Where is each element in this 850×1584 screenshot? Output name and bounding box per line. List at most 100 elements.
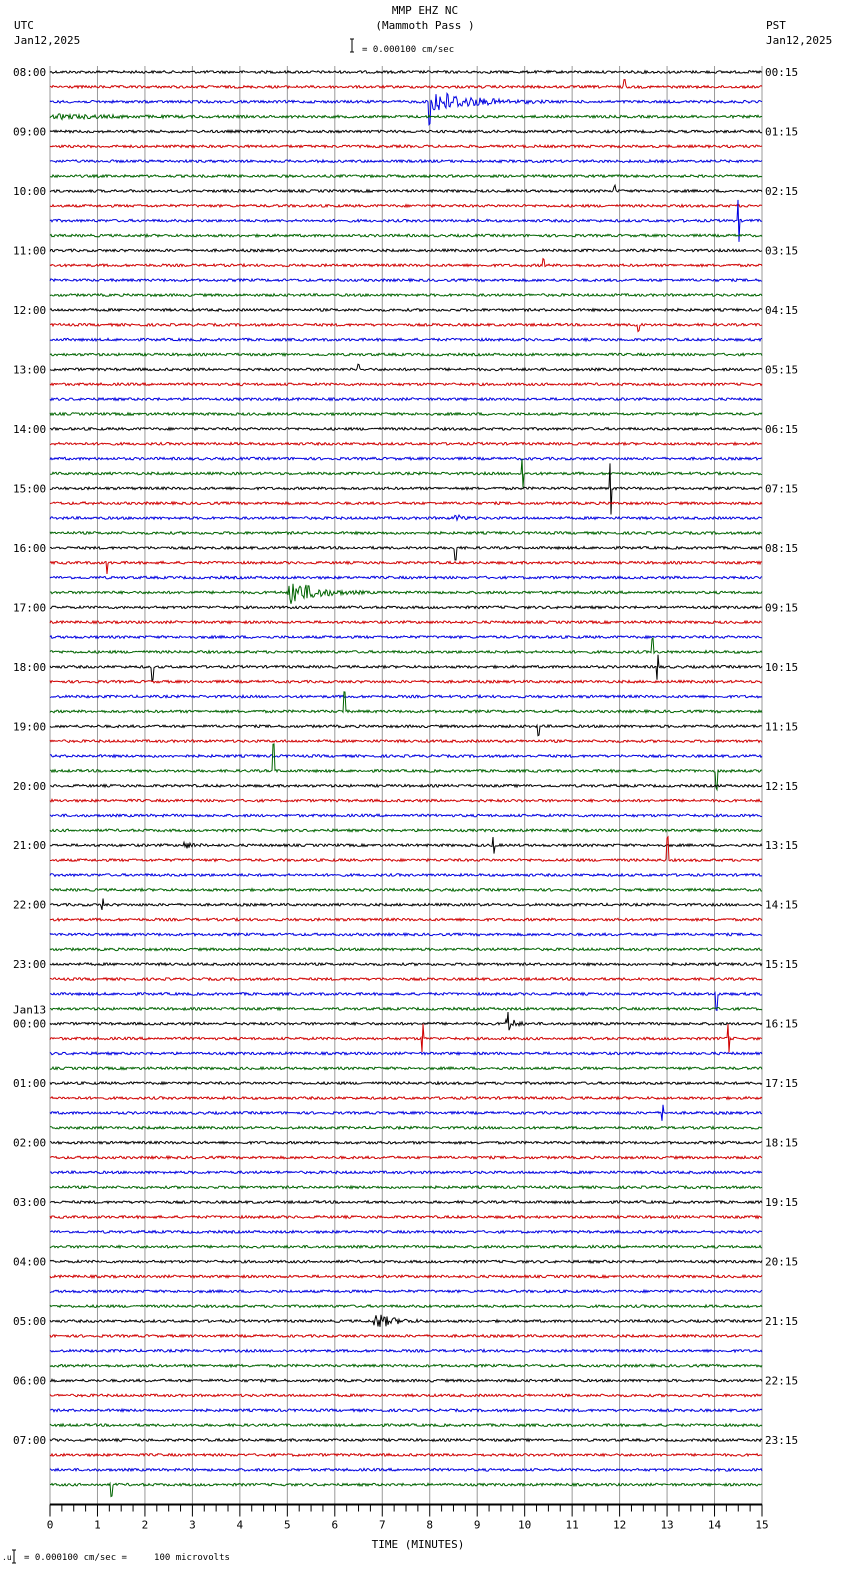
trace-line — [49, 1050, 763, 1056]
left-hour-label: 01:00 — [13, 1077, 46, 1090]
scale-label: = 0.000100 cm/sec — [362, 45, 454, 55]
left-hour-label: 13:00 — [13, 363, 46, 376]
right-hour-label: 09:15 — [765, 601, 798, 614]
right-hour-label: 02:15 — [765, 185, 798, 198]
trace-line — [49, 232, 763, 239]
footer-scale-bar-icon — [12, 1549, 16, 1564]
x-tick-label: 13 — [660, 1519, 673, 1532]
left-hour-label: 22:00 — [13, 899, 46, 912]
trace-line — [49, 1169, 763, 1175]
left-timezone: UTC — [14, 19, 34, 32]
left-date: Jan12,2025 — [14, 34, 80, 47]
trace-line — [49, 931, 762, 938]
trace-line — [50, 604, 763, 610]
left-hour-label: 06:00 — [13, 1375, 46, 1388]
trace-line — [49, 916, 763, 923]
footer-mark: .u — [2, 1553, 12, 1562]
left-hour-label: 08:00 — [13, 66, 46, 79]
trace-line — [49, 158, 763, 164]
trace-line — [49, 183, 763, 194]
trace-line — [49, 307, 763, 313]
trace-line — [49, 1437, 763, 1443]
trace-line — [50, 991, 763, 1012]
x-tick-label: 10 — [518, 1519, 531, 1532]
trace-line — [49, 1363, 763, 1369]
right-hour-label: 20:15 — [765, 1256, 798, 1269]
right-hour-label: 08:15 — [765, 542, 798, 555]
seismogram-chart: MMP EHZ NC (Mammoth Pass ) UTC Jan12,202… — [2, 4, 832, 1564]
trace-line — [49, 545, 763, 561]
right-hour-label: 11:15 — [765, 720, 798, 733]
trace-line — [49, 1348, 763, 1354]
trace-line — [49, 1407, 763, 1413]
trace-line — [49, 1140, 763, 1146]
trace-line — [49, 872, 763, 878]
trace-line — [49, 1154, 763, 1161]
trace-line — [49, 827, 763, 833]
x-axis-label: TIME (MINUTES) — [372, 1538, 465, 1551]
trace-line — [49, 322, 763, 333]
right-hour-label: 18:15 — [765, 1137, 798, 1150]
trace-line — [49, 946, 763, 952]
left-hour-label: 00:00 — [13, 1018, 46, 1031]
right-hour-label: 03:15 — [765, 244, 798, 257]
right-hour-label: 12:15 — [765, 780, 798, 793]
right-hour-label: 07:15 — [765, 482, 798, 495]
trace-line — [49, 292, 763, 298]
trace-line — [49, 1314, 763, 1327]
trace-line — [49, 1422, 763, 1428]
trace-line — [49, 1273, 763, 1279]
trace-line — [49, 411, 763, 417]
trace-line — [49, 836, 763, 854]
left-hour-label: 19:00 — [13, 720, 46, 733]
trace-line — [49, 352, 763, 358]
trace-line — [49, 976, 763, 982]
trace-line — [49, 381, 763, 387]
right-hour-label: 10:15 — [765, 661, 798, 674]
trace-line — [49, 1125, 763, 1131]
left-hour-label: 20:00 — [13, 780, 46, 793]
trace-line — [49, 1214, 763, 1220]
right-hour-label: 19:15 — [765, 1196, 798, 1209]
trace-line — [49, 337, 763, 343]
right-hour-label: 22:15 — [765, 1375, 798, 1388]
right-hour-label: 23:15 — [765, 1434, 798, 1447]
trace-line — [49, 247, 763, 253]
trace-line — [49, 396, 763, 402]
trace-line — [49, 1481, 763, 1498]
trace-line — [49, 1199, 763, 1205]
left-hour-label: 21:00 — [13, 839, 46, 852]
trace-line — [49, 1229, 763, 1235]
trace-line — [49, 441, 763, 447]
trace-line — [49, 961, 763, 967]
trace-line — [49, 738, 763, 744]
trace-line — [49, 426, 763, 432]
left-hour-label: 12:00 — [13, 304, 46, 317]
trace-line — [49, 91, 763, 126]
right-hour-label: 15:15 — [765, 958, 798, 971]
trace-line — [49, 1259, 763, 1264]
trace-line — [49, 79, 763, 90]
trace-line — [49, 813, 763, 818]
right-hour-label: 06:15 — [765, 423, 798, 436]
x-tick-label: 12 — [613, 1519, 626, 1532]
right-hour-label: 17:15 — [765, 1077, 798, 1090]
trace-line — [49, 1288, 763, 1294]
right-hour-label: 13:15 — [765, 839, 798, 852]
trace-line — [49, 143, 763, 149]
left-hour-label: 10:00 — [13, 185, 46, 198]
right-hour-label: 04:15 — [765, 304, 798, 317]
trace-line — [49, 1244, 762, 1250]
x-tick-label: 3 — [189, 1519, 196, 1532]
trace-line — [50, 835, 763, 863]
right-hour-label: 21:15 — [765, 1315, 798, 1328]
x-tick-label: 15 — [755, 1519, 768, 1532]
trace-line — [49, 634, 762, 640]
trace-line — [49, 514, 763, 522]
x-tick-label: 8 — [426, 1519, 433, 1532]
trace-line — [49, 1333, 763, 1339]
trace-line — [49, 1104, 762, 1121]
left-hour-label: 16:00 — [13, 542, 46, 555]
trace-line — [49, 798, 763, 804]
trace-line — [49, 654, 763, 683]
